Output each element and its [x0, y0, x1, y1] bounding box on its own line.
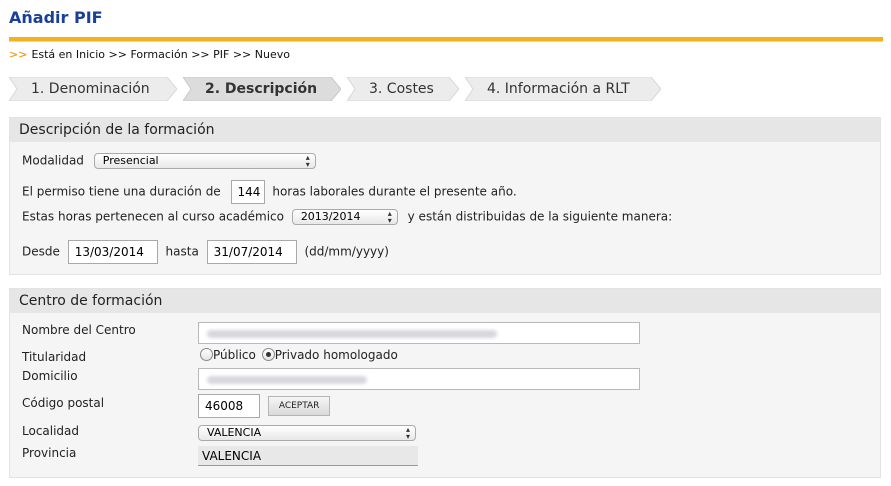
desde-label: Desde	[22, 244, 60, 259]
hasta-input[interactable]: 31/07/2014	[206, 240, 297, 264]
radio-privado-label: Privado homologado	[274, 348, 398, 362]
localidad-row: VALENCIA ▴ ▾	[198, 425, 416, 441]
radio-publico[interactable]	[200, 348, 213, 361]
hasta-label: hasta	[165, 244, 199, 259]
localidad-value: VALENCIA	[207, 426, 262, 439]
cp-input[interactable]: 46008	[198, 394, 260, 418]
page-title: Añadir PIF	[9, 8, 103, 27]
duracion-prefix: El permiso tiene una duración de	[22, 184, 221, 199]
date-format-hint: (dd/mm/yyyy)	[304, 244, 389, 259]
step-label: 2. Descripción	[205, 81, 318, 97]
provincia-value: VALENCIA	[198, 446, 418, 466]
modalidad-select[interactable]: Presencial ▴ ▾	[93, 153, 316, 169]
localidad-select[interactable]: VALENCIA ▴ ▾	[198, 425, 416, 441]
desde-input[interactable]: 13/03/2014	[67, 240, 158, 264]
modalidad-row: Modalidad Presencial ▴ ▾	[22, 153, 316, 169]
curso-value: 2013/2014	[300, 210, 361, 223]
step-informacion-rlt[interactable]: 4. Información a RLT	[465, 77, 661, 101]
titularidad-radio-group: Público Privado homologado	[200, 348, 398, 362]
section-heading: Descripción de la formación	[10, 118, 880, 142]
step-costes[interactable]: 3. Costes	[347, 77, 459, 101]
duracion-row: El permiso tiene una duración de 144 hor…	[22, 180, 517, 204]
breadcrumb: >> Está en Inicio >> Formación >> PIF >> …	[9, 48, 290, 61]
curso-select[interactable]: 2013/2014 ▴ ▾	[291, 209, 398, 225]
radio-privado[interactable]	[261, 348, 275, 361]
wizard-steps: 1. Denominación 2. Descripción 3. Costes…	[9, 77, 669, 101]
domicilio-input[interactable]	[198, 368, 640, 390]
provincia-label: Provincia	[22, 446, 77, 460]
redacted-text	[207, 330, 497, 338]
step-label: 4. Información a RLT	[487, 81, 630, 97]
curso-suffix: y están distribuidas de la siguiente man…	[407, 209, 673, 224]
select-arrows-icon: ▴ ▾	[405, 425, 410, 441]
select-arrows-icon: ▴ ▾	[305, 153, 310, 169]
titularidad-label: Titularidad	[22, 350, 87, 364]
select-arrows-icon: ▴ ▾	[387, 209, 392, 225]
breadcrumb-arrows: >>	[9, 48, 28, 61]
cp-label: Código postal	[22, 396, 105, 410]
centro-section: Centro de formación Nombre del Centro Ti…	[9, 288, 881, 478]
step-descripcion[interactable]: 2. Descripción	[183, 77, 341, 101]
step-label: 1. Denominación	[31, 81, 150, 97]
radio-publico-label: Público	[213, 348, 256, 362]
nombre-centro-input[interactable]	[198, 322, 640, 344]
curso-row: Estas horas pertenecen al curso académic…	[22, 209, 672, 225]
title-divider-shadow	[9, 41, 883, 42]
section-heading: Centro de formación	[10, 289, 880, 313]
breadcrumb-text: Está en Inicio >> Formación >> PIF >> Nu…	[31, 48, 290, 61]
cp-row: 46008 ACEPTAR	[198, 394, 331, 418]
modalidad-label: Modalidad	[22, 153, 84, 168]
descripcion-section: Descripción de la formación Modalidad Pr…	[9, 117, 881, 275]
localidad-label: Localidad	[22, 424, 80, 438]
aceptar-button[interactable]: ACEPTAR	[267, 396, 331, 416]
duracion-input[interactable]: 144	[230, 180, 265, 204]
modalidad-value: Presencial	[102, 154, 159, 167]
fechas-row: Desde 13/03/2014 hasta 31/07/2014 (dd/mm…	[22, 240, 389, 264]
redacted-text	[207, 376, 367, 384]
duracion-suffix: horas laborales durante el presente año.	[272, 184, 517, 199]
domicilio-label: Domicilio	[22, 369, 78, 383]
step-denominacion[interactable]: 1. Denominación	[9, 77, 177, 101]
curso-prefix: Estas horas pertenecen al curso académic…	[22, 209, 284, 224]
nombre-label: Nombre del Centro	[22, 323, 136, 337]
step-label: 3. Costes	[369, 81, 434, 97]
